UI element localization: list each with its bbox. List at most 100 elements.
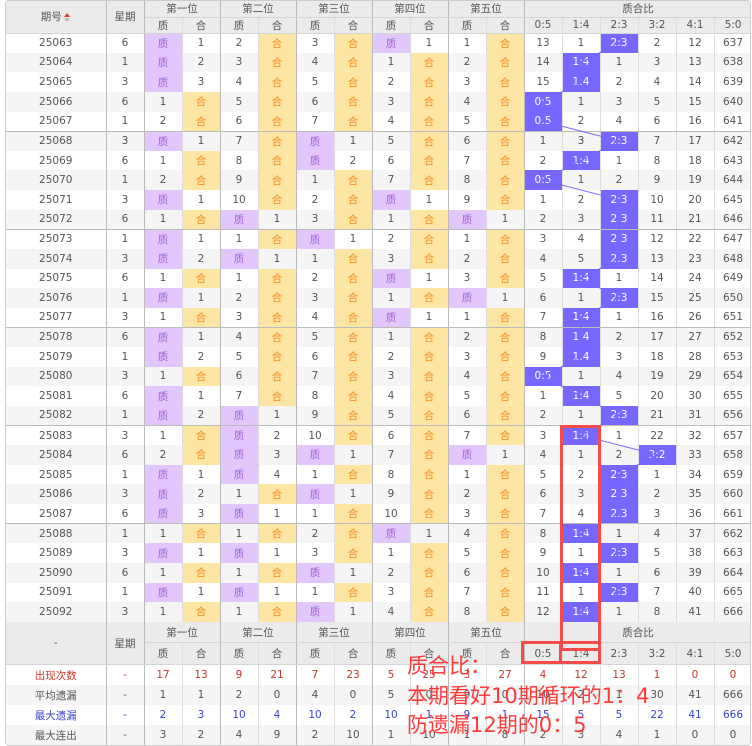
ratio-miss-cell: 662 — [714, 523, 750, 544]
hit-cell: 质 — [220, 405, 259, 426]
he-subheader: 合 — [258, 17, 297, 34]
ratio-miss-cell: 7 — [638, 582, 677, 603]
hit-cell: 合 — [410, 170, 449, 190]
hit-cell: 合 — [410, 288, 449, 308]
zhi-subheader: 质 — [448, 17, 487, 34]
hit-cell: 合 — [486, 562, 525, 583]
hit-cell: 合 — [334, 91, 373, 112]
stat-value: 23 — [334, 665, 373, 686]
ratio-hit-cell: 2:3 — [600, 484, 639, 504]
ratio-miss-cell: 638 — [714, 52, 750, 73]
ratio-miss-cell: 1 — [600, 425, 639, 446]
ratio-miss-cell: 32 — [676, 425, 715, 446]
issue-number: 25088 — [6, 523, 107, 544]
miss-count-cell: 3 — [182, 504, 221, 525]
miss-count-cell: 10 — [372, 504, 411, 525]
hit-cell: 合 — [334, 268, 373, 289]
ratio-hit-cell: 2:3 — [600, 504, 639, 525]
hit-cell: 质 — [144, 327, 183, 347]
ratio-miss-cell: 8 — [524, 327, 563, 347]
ratio-miss-cell: 18 — [638, 347, 677, 367]
miss-count-cell: 2 — [144, 111, 183, 132]
hit-cell: 合 — [182, 602, 221, 622]
hit-cell: 合 — [334, 111, 373, 132]
table-row: 25089 3 质 1 质 1 3 合 1 合 5 合 9 1 2:3 5 38 663 — [6, 543, 750, 563]
ratio-miss-cell: 664 — [714, 562, 750, 583]
hit-cell: 合 — [334, 366, 373, 387]
he-subheader: 合 — [410, 17, 449, 34]
issue-header-label: 期号 — [40, 11, 62, 24]
miss-count-cell: 1 — [144, 562, 183, 583]
ratio-miss-cell: 650 — [714, 288, 750, 308]
ratio-hit-cell: 2:3 — [600, 131, 639, 151]
hit-cell: 质 — [296, 445, 335, 465]
miss-count-cell: 5 — [448, 386, 487, 406]
weekday: 3 — [106, 543, 145, 563]
ratio-hit-cell: 1:4 — [562, 150, 601, 171]
miss-count-cell: 1 — [296, 582, 335, 603]
issue-column-header[interactable]: 期号 — [6, 1, 107, 34]
ratio-miss-cell: 2 — [524, 405, 563, 426]
table-row: 25087 6 质 3 质 1 1 合 10 合 3 合 7 4 2:3 3 36 661 — [6, 504, 750, 525]
ratio-miss-cell: 10 — [524, 562, 563, 583]
miss-count-cell: 1 — [258, 582, 297, 603]
ratio-miss-cell: 8 — [638, 602, 677, 622]
sort-icon[interactable] — [63, 12, 71, 22]
issue-number: 25087 — [6, 504, 107, 525]
miss-count-cell: 1 — [334, 131, 373, 151]
ratio-miss-cell: 26 — [676, 307, 715, 328]
ratio-miss-cell: 652 — [714, 327, 750, 347]
ratio-miss-cell: 641 — [714, 111, 750, 132]
miss-count-cell: 1 — [182, 131, 221, 151]
ratio-miss-cell: 25 — [676, 288, 715, 308]
hit-cell: 合 — [258, 386, 297, 406]
ratio-miss-cell: 36 — [676, 504, 715, 525]
miss-count-cell: 1 — [258, 209, 297, 230]
miss-count-cell: 6 — [448, 562, 487, 583]
stat-week: - — [106, 665, 145, 686]
hit-cell: 合 — [410, 131, 449, 151]
stat-value: 0 — [334, 685, 373, 706]
ratio-miss-cell: 6 — [524, 288, 563, 308]
weekday: 1 — [106, 288, 145, 308]
hit-cell: 质 — [144, 464, 183, 485]
ratio-miss-cell: 6 — [638, 111, 677, 132]
ratio-miss-cell: 8 — [524, 523, 563, 544]
miss-count-cell: 1 — [334, 602, 373, 622]
miss-count-cell: 3 — [220, 52, 259, 73]
hit-cell: 质 — [448, 445, 487, 465]
hit-cell: 合 — [486, 347, 525, 367]
position-1-header: 第一位 — [144, 1, 221, 18]
hit-cell: 质 — [220, 425, 259, 446]
hit-cell: 合 — [334, 190, 373, 210]
issue-number: 25078 — [6, 327, 107, 347]
hit-cell: 合 — [334, 582, 373, 603]
stat-value: 0 — [258, 685, 297, 706]
hit-cell: 合 — [486, 150, 525, 171]
ratio-miss-cell: 35 — [676, 484, 715, 504]
ratio-miss-cell: 8 — [638, 150, 677, 171]
ratio-subheader-2-3: 2:3 — [600, 17, 639, 34]
ratio-hit-cell: 2:3 — [600, 33, 639, 53]
hit-cell: 质 — [296, 562, 335, 583]
ratio-miss-cell: 2 — [524, 150, 563, 171]
weekday: 3 — [106, 190, 145, 210]
miss-count-cell: 1 — [144, 366, 183, 387]
hit-cell: 合 — [258, 268, 297, 289]
miss-count-cell: 1 — [182, 190, 221, 210]
miss-count-cell: 5 — [448, 543, 487, 563]
ratio-miss-cell: 16 — [676, 111, 715, 132]
miss-count-cell: 2 — [372, 562, 411, 583]
stat-value: 1 — [144, 685, 183, 706]
miss-count-cell: 1 — [144, 150, 183, 171]
ratio-miss-cell: 33 — [676, 445, 715, 465]
stat-value: 666 — [714, 685, 750, 706]
miss-count-cell: 1 — [182, 229, 221, 249]
miss-count-cell: 2 — [448, 327, 487, 347]
ratio-miss-cell: 2 — [562, 190, 601, 210]
hit-cell: 质 — [144, 405, 183, 426]
miss-count-cell: 1 — [258, 504, 297, 525]
miss-count-cell: 6 — [372, 150, 411, 171]
issue-number: 25063 — [6, 33, 107, 53]
miss-count-cell: 2 — [182, 347, 221, 367]
